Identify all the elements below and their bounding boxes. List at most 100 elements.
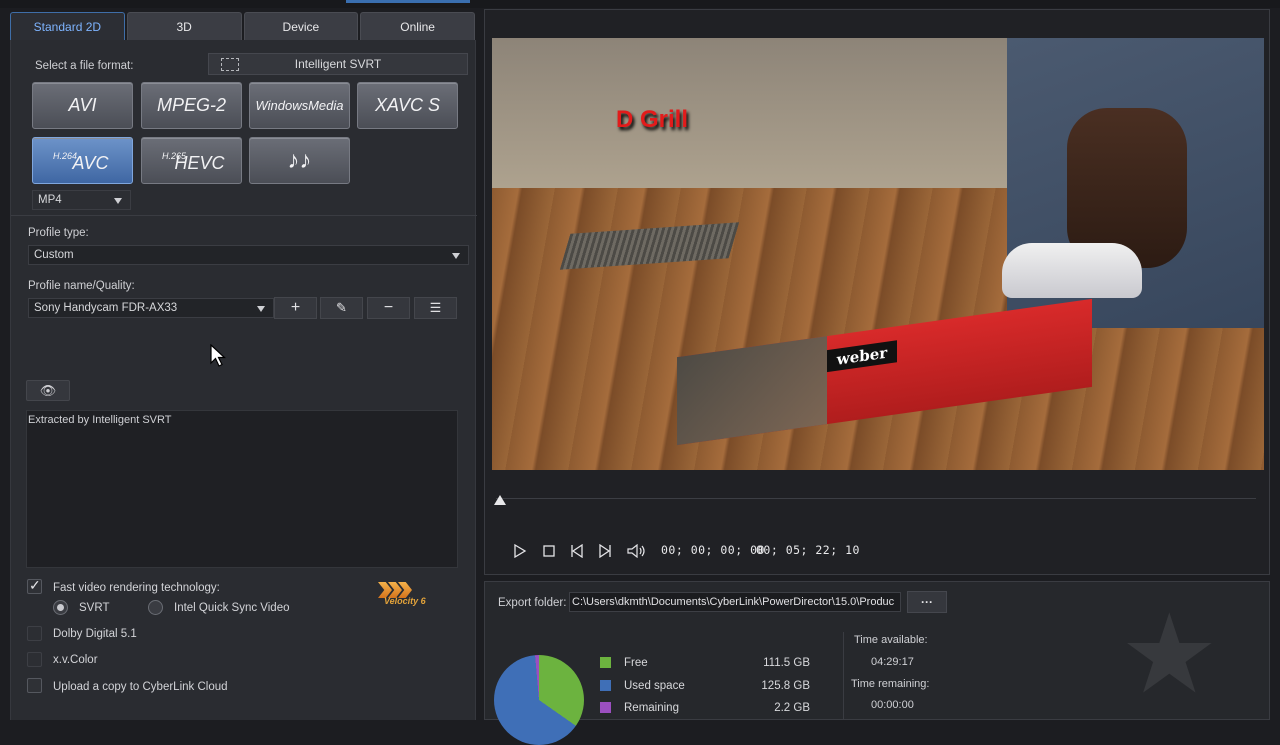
- truevelocity-badge: Velocity 6: [366, 580, 426, 608]
- browse-folder-button[interactable]: ···: [907, 591, 947, 613]
- current-timecode[interactable]: 00; 00; 00; 00: [661, 543, 765, 557]
- format-avc-button[interactable]: H.264 AVC: [32, 137, 133, 184]
- disk-space-pie-chart: [494, 655, 584, 745]
- format-xavcs-label: XAVC S: [374, 95, 441, 115]
- mouse-cursor-icon: [210, 344, 226, 367]
- scrub-handle[interactable]: [494, 495, 506, 505]
- divider: [843, 632, 844, 720]
- svrt-icon: [221, 58, 239, 71]
- plus-icon: +: [290, 299, 301, 316]
- quicksync-radio[interactable]: [148, 600, 163, 615]
- pencil-icon: ✎: [336, 300, 347, 315]
- volume-button[interactable]: [626, 542, 648, 560]
- time-remaining-label: Time remaining:: [851, 678, 930, 690]
- scrub-bar[interactable]: [496, 498, 1256, 499]
- legend-remaining-label: Remaining: [624, 702, 679, 714]
- container-select[interactable]: MP4: [32, 190, 131, 210]
- legend-used-label: Used space: [624, 680, 685, 692]
- cloud-upload-checkbox[interactable]: [27, 678, 42, 693]
- fast-render-label: Fast video rendering technology:: [53, 582, 220, 594]
- previous-frame-icon: [571, 544, 583, 558]
- legend-free-swatch: [600, 657, 611, 668]
- video-box-logo: weber: [827, 340, 897, 373]
- profile-name-label: Profile name/Quality:: [28, 280, 135, 292]
- dolby-checkbox[interactable]: [27, 626, 42, 641]
- video-preview[interactable]: weber D Grill: [492, 38, 1264, 470]
- chevron-down-icon: [452, 253, 460, 259]
- profile-type-label: Profile type:: [28, 227, 89, 239]
- legend-remaining-swatch: [600, 702, 611, 713]
- format-panel: Select a file format: Intelligent SVRT A…: [10, 40, 477, 720]
- tab-device[interactable]: Device: [243, 12, 359, 40]
- format-avi-button[interactable]: AVI: [32, 82, 133, 129]
- tab-standard-2d[interactable]: Standard 2D: [10, 12, 125, 40]
- legend-free-label: Free: [624, 657, 648, 669]
- remove-profile-button[interactable]: −: [367, 297, 410, 319]
- tab-online[interactable]: Online: [360, 12, 475, 40]
- previous-frame-button[interactable]: [568, 542, 586, 560]
- format-xavcs-button[interactable]: XAVC S: [357, 82, 458, 129]
- background-watermark-icon: ★: [1120, 593, 1219, 716]
- time-available-value: 04:29:17: [871, 656, 914, 668]
- export-folder-input[interactable]: C:\Users\dkmth\Documents\CyberLink\Power…: [569, 592, 901, 612]
- legend-used-value: 125.8 GB: [761, 680, 810, 692]
- time-remaining-value: 00:00:00: [871, 699, 914, 711]
- legend-free-value: 111.5 GB: [763, 657, 810, 669]
- profile-type-value: Custom: [34, 249, 74, 261]
- legend-used-swatch: [600, 680, 611, 691]
- time-available-label: Time available:: [854, 634, 928, 646]
- ellipsis-icon: ···: [921, 595, 933, 609]
- top-accent-bar: [346, 0, 470, 3]
- next-frame-button[interactable]: [596, 542, 614, 560]
- top-strip: [0, 0, 1280, 8]
- velocity-label: Velocity 6: [384, 596, 426, 606]
- chevron-down-icon: [257, 306, 265, 312]
- next-frame-icon: [599, 544, 611, 558]
- minus-icon: −: [383, 299, 394, 316]
- format-avc-label: AVC: [72, 153, 109, 173]
- video-title-overlay: D Grill: [616, 106, 689, 133]
- add-profile-button[interactable]: +: [274, 297, 317, 319]
- list-icon: ☰: [429, 300, 442, 315]
- profile-name-value: Sony Handycam FDR-AX33: [34, 302, 178, 314]
- cloud-upload-label: Upload a copy to CyberLink Cloud: [53, 681, 228, 693]
- chevron-down-icon: [114, 198, 122, 204]
- intelligent-svrt-label: Intelligent SVRT: [294, 57, 382, 71]
- stop-button[interactable]: [540, 542, 558, 560]
- speaker-icon: [627, 544, 645, 558]
- music-notes-icon: ♪♪: [287, 146, 312, 174]
- select-format-label: Select a file format:: [35, 60, 134, 72]
- format-avi-label: AVI: [68, 95, 97, 115]
- format-hevc-button[interactable]: H.265 HEVC: [141, 137, 242, 184]
- format-mpeg2-button[interactable]: MPEG-2: [141, 82, 242, 129]
- profile-name-select[interactable]: Sony Handycam FDR-AX33: [28, 298, 274, 318]
- svrt-radio[interactable]: [53, 600, 68, 615]
- profile-type-select[interactable]: Custom: [28, 245, 469, 265]
- profile-description: Extracted by Intelligent SVRT: [26, 410, 458, 568]
- export-folder-label: Export folder:: [498, 597, 567, 609]
- stop-icon: [543, 545, 555, 557]
- legend-remaining-value: 2.2 GB: [774, 702, 810, 714]
- xvcolor-label: x.v.Color: [53, 654, 98, 666]
- divider: [11, 215, 477, 216]
- format-hevc-label: HEVC: [174, 153, 225, 173]
- total-timecode: 00; 05; 22; 10: [756, 543, 860, 557]
- video-shoe: [1002, 243, 1142, 298]
- profile-details-button[interactable]: ☰: [414, 297, 457, 319]
- intelligent-svrt-button[interactable]: Intelligent SVRT: [208, 53, 468, 75]
- xvcolor-checkbox[interactable]: [27, 652, 42, 667]
- play-icon: [514, 544, 527, 558]
- format-windowsmedia-button[interactable]: WindowsMedia: [249, 82, 350, 129]
- fast-render-checkbox[interactable]: [27, 577, 42, 594]
- quicksync-radio-label: Intel Quick Sync Video: [174, 602, 290, 614]
- tab-3d[interactable]: 3D: [126, 12, 242, 40]
- eye-icon: 👁: [39, 382, 57, 398]
- format-audio-button[interactable]: ♪♪: [249, 137, 350, 184]
- produce-tabs: Standard 2D 3D Device Online: [10, 12, 475, 40]
- preview-profile-button[interactable]: 👁: [26, 380, 70, 401]
- play-button[interactable]: [511, 542, 529, 560]
- format-mpeg2-label: MPEG-2: [156, 95, 226, 115]
- container-value: MP4: [38, 194, 62, 206]
- profile-description-text: Extracted by Intelligent SVRT: [28, 414, 172, 426]
- edit-profile-button[interactable]: ✎: [320, 297, 363, 319]
